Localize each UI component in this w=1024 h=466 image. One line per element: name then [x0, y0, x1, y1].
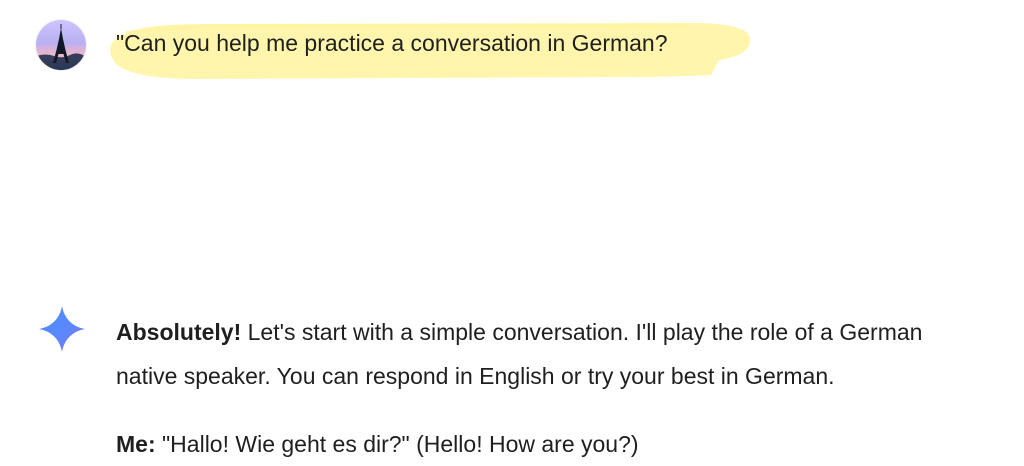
user-message-row: "Can you help me practice a conversation… [0, 0, 1024, 100]
user-avatar[interactable] [36, 20, 86, 70]
assistant-message-row: Absolutely! Let's start with a simple co… [0, 140, 1024, 457]
assistant-intro-text: Let's start with a simple conversation. … [241, 319, 923, 345]
eiffel-tower-avatar-icon [36, 20, 86, 70]
assistant-message-content: Absolutely! Let's start with a simple co… [116, 310, 1016, 466]
assistant-intro-line-1: Absolutely! Let's start with a simple co… [116, 310, 1016, 354]
gemini-sparkle-icon [39, 306, 85, 352]
me-label: Me: [116, 431, 156, 457]
assistant-intro-line-2: native speaker. You can respond in Engli… [116, 363, 835, 389]
user-message-text: "Can you help me practice a conversation… [116, 30, 668, 56]
me-example-text: "Hallo! Wie geht es dir?" (Hello! How ar… [155, 431, 639, 457]
assistant-example-line: Me: "Hallo! Wie geht es dir?" (Hello! Ho… [116, 422, 1016, 466]
assistant-intro-bold: Absolutely! [116, 319, 242, 345]
